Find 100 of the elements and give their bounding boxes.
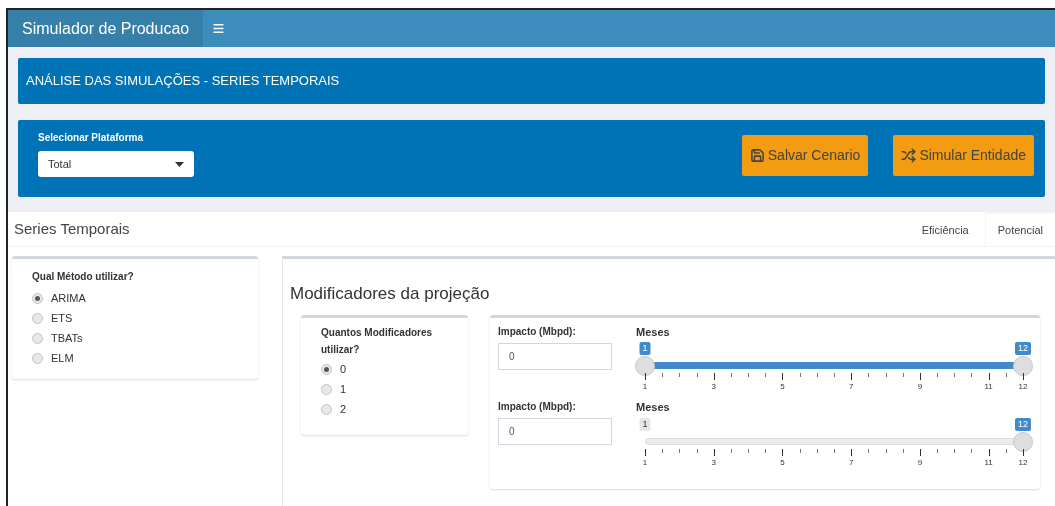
action-button[interactable]: Simular Entidade — [893, 135, 1034, 176]
platform-select[interactable]: Total — [38, 151, 194, 177]
shuffle-icon — [901, 148, 917, 163]
tick-label: 3 — [711, 381, 716, 393]
radio-button[interactable] — [321, 384, 332, 395]
radio-button[interactable] — [32, 332, 43, 344]
major-tick — [851, 373, 853, 380]
minor-tick — [868, 373, 870, 377]
tick-label: 9 — [917, 456, 923, 469]
tick-label: 12 — [1018, 381, 1028, 393]
minor-tick — [971, 373, 973, 377]
minor-tick — [816, 373, 818, 377]
caret-icon — [175, 161, 184, 167]
major-tick — [645, 373, 646, 380]
major-tick — [713, 373, 715, 380]
minor-tick — [937, 373, 939, 377]
tab[interactable]: Potencial — [984, 212, 1055, 246]
minor-tick — [662, 448, 664, 453]
field-label: Impacto (Mbpd): — [498, 400, 577, 414]
tick-label: 7 — [848, 381, 854, 393]
tick-label: 3 — [711, 456, 716, 469]
range-slider[interactable] — [636, 355, 1032, 377]
radio-button[interactable] — [321, 364, 332, 375]
major-tick — [919, 373, 921, 380]
field-label: Impacto (Mbpd): — [498, 324, 577, 339]
major-tick — [782, 448, 784, 456]
section-title: Series Temporais — [13, 218, 130, 239]
radio-label: 1 — [340, 382, 347, 398]
minor-tick — [971, 448, 973, 453]
minor-tick — [816, 448, 818, 453]
value-badge: 12 — [1015, 342, 1031, 355]
slider-label: Meses — [636, 324, 671, 340]
major-tick — [988, 373, 990, 380]
radio-button[interactable] — [32, 312, 43, 324]
slider-handle[interactable] — [1013, 431, 1033, 452]
minor-tick — [662, 373, 664, 377]
value-badge: 12 — [1015, 417, 1031, 431]
field-label: Quantos Modificadores utilizar? — [321, 325, 434, 357]
minor-tick — [1005, 448, 1007, 453]
minor-tick — [748, 373, 750, 377]
minor-tick — [885, 373, 887, 377]
tick-label: 9 — [917, 381, 923, 393]
radio-label: 2 — [340, 402, 347, 418]
slider-handle[interactable] — [1013, 356, 1033, 376]
radio-label: 0 — [340, 362, 347, 378]
minor-tick — [748, 448, 750, 453]
minor-tick — [954, 373, 956, 377]
radio-button[interactable] — [32, 352, 43, 364]
minor-tick — [834, 373, 835, 377]
banner-title: ANÁLISE DAS SIMULAÇÕES - SERIES TEMPORAIS — [26, 72, 340, 91]
minor-tick — [799, 448, 801, 453]
minor-tick — [679, 448, 681, 453]
minor-tick — [834, 448, 835, 453]
minor-tick — [1005, 373, 1007, 377]
tick-label: 7 — [848, 456, 854, 469]
major-tick — [1023, 373, 1024, 380]
minor-tick — [730, 448, 732, 453]
tick-label: 11 — [984, 381, 993, 393]
radio-button[interactable] — [32, 292, 43, 304]
tick-label: 5 — [780, 381, 785, 393]
min-badge: 1 — [639, 417, 651, 431]
tab[interactable]: Eficiência — [905, 212, 985, 246]
minor-tick — [954, 448, 956, 453]
radio-label: TBATs — [51, 330, 83, 346]
major-tick — [919, 448, 921, 456]
minor-tick — [902, 373, 904, 377]
slider-handle[interactable] — [635, 356, 655, 376]
radio-label: ARIMA — [51, 290, 86, 306]
major-tick — [988, 448, 990, 456]
minor-tick — [799, 373, 801, 377]
radio-label: ETS — [51, 310, 73, 326]
minor-tick — [765, 373, 767, 377]
value-badge: 1 — [639, 342, 651, 355]
minor-tick — [902, 448, 904, 453]
impact-input[interactable]: 0 — [498, 342, 612, 370]
minor-tick — [868, 448, 870, 453]
minor-tick — [696, 448, 698, 453]
tick-label: 12 — [1018, 456, 1028, 469]
radio-button[interactable] — [321, 404, 332, 415]
save-icon — [749, 148, 765, 163]
radio-label: ELM — [51, 350, 74, 366]
menu-icon — [211, 22, 225, 35]
minor-tick — [937, 448, 939, 453]
minor-tick — [730, 373, 732, 377]
major-tick — [713, 448, 715, 456]
major-tick — [645, 448, 646, 456]
minor-tick — [679, 373, 681, 377]
major-tick — [1023, 448, 1024, 456]
minor-tick — [765, 448, 767, 453]
slider-label: Meses — [636, 400, 671, 415]
select-label: Selecionar Plataforma — [38, 131, 145, 145]
major-tick — [782, 373, 784, 380]
panel-heading: Modificadores da projeção — [290, 283, 491, 305]
impact-input[interactable]: 0 — [498, 418, 612, 445]
tick-label: 11 — [984, 456, 993, 469]
action-button[interactable]: Salvar Cenario — [741, 135, 869, 176]
tick-label: 1 — [642, 381, 648, 393]
major-tick — [851, 448, 853, 456]
brand-title: Simulador de Producao — [8, 10, 203, 47]
tick-label: 5 — [780, 456, 785, 469]
